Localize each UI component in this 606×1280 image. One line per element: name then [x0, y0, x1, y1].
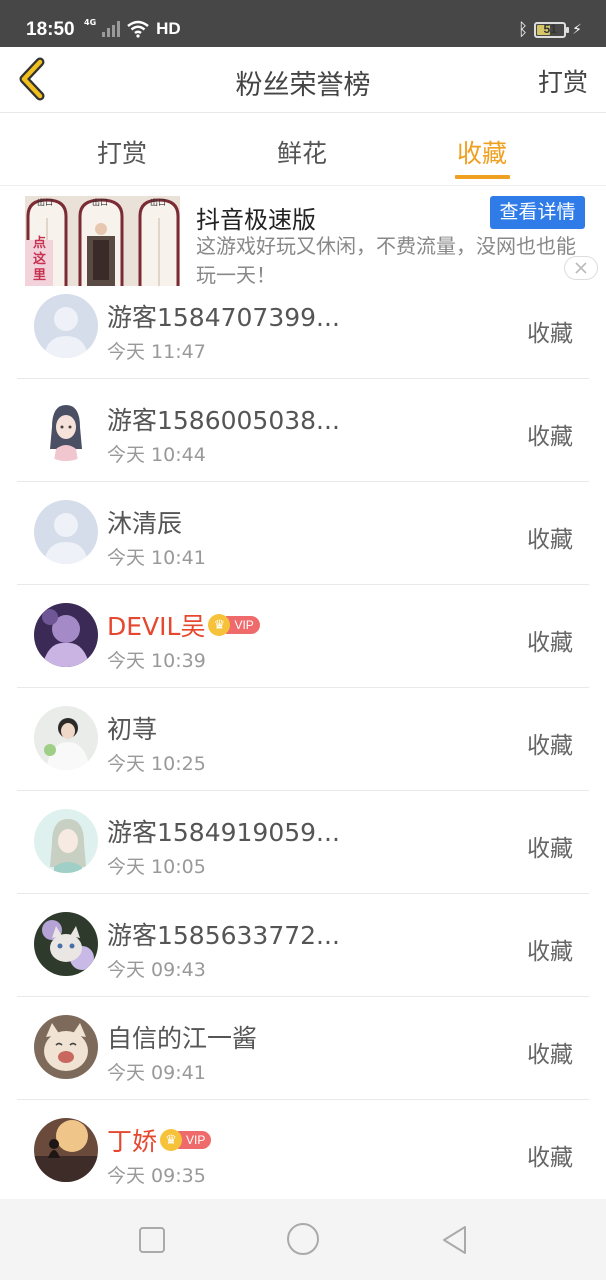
tab-favorites[interactable]: 收藏: [457, 134, 507, 170]
avatar[interactable]: [34, 912, 98, 976]
tip-button[interactable]: 打赏: [538, 63, 588, 99]
timestamp: 今天 10:05: [107, 856, 206, 878]
ad-details-button[interactable]: 查看详情: [490, 196, 585, 229]
status-bar: 18:50 4G HD ᛒ 51 ⚡: [0, 0, 606, 47]
ad-image-sign-right: 出口: [150, 198, 166, 207]
active-tab-indicator: [455, 175, 510, 179]
system-navigation-bar: [0, 1199, 606, 1280]
user-name: DEVIL吴: [107, 612, 206, 641]
user-name-line: 游客1584707399...: [107, 298, 340, 334]
avatar[interactable]: [34, 1118, 98, 1182]
action-label: 收藏: [527, 1145, 573, 1171]
ad-image: 出口 出口 出口 点这里: [25, 196, 180, 286]
timestamp: 今天 09:35: [107, 1165, 206, 1187]
hd-label: HD: [156, 19, 181, 38]
user-name-line: 初荨: [107, 710, 157, 746]
tab-flowers[interactable]: 鲜花: [277, 134, 327, 170]
bluetooth-icon: ᛒ: [517, 20, 529, 40]
vip-badge: ♛ VIP: [160, 1129, 212, 1151]
list-item[interactable]: 游客1585633772... 今天 09:43 收藏: [0, 894, 606, 997]
recent-apps-icon[interactable]: [136, 1224, 168, 1256]
list-item[interactable]: 游客1586005038... 今天 10:44 收藏: [0, 379, 606, 482]
action-label: 收藏: [527, 836, 573, 862]
list-item[interactable]: 丁娇 ♛ VIP 今天 09:35 收藏: [0, 1100, 606, 1203]
ad-image-sign-left: 出口: [37, 198, 53, 207]
avatar[interactable]: [34, 1015, 98, 1079]
action-label: 收藏: [527, 630, 573, 656]
avatar[interactable]: [34, 397, 98, 461]
list-item[interactable]: 游客1584707399... 今天 11:47 收藏: [0, 276, 606, 379]
list-item[interactable]: 初荨 今天 10:25 收藏: [0, 688, 606, 791]
user-name: 初荨: [107, 715, 158, 744]
avatar[interactable]: [34, 706, 98, 770]
list-item[interactable]: DEVIL吴 ♛ VIP 今天 10:39 收藏: [0, 585, 606, 688]
vip-badge: ♛ VIP: [208, 614, 260, 636]
timestamp: 今天 10:39: [107, 650, 206, 672]
user-name: 游客1584707399...: [107, 303, 340, 332]
timestamp: 今天 10:44: [107, 444, 206, 466]
timestamp: 今天 09:41: [107, 1062, 206, 1084]
user-name: 游客1585633772...: [107, 921, 340, 950]
user-name: 游客1584919059...: [107, 818, 340, 847]
user-name-line: 游客1586005038...: [107, 401, 340, 437]
close-icon: [575, 262, 587, 274]
user-name-line: 自信的江一酱: [107, 1019, 257, 1055]
charging-icon: ⚡: [572, 22, 582, 38]
status-right-icons: ᛒ 51 ⚡: [518, 20, 582, 40]
action-label: 收藏: [527, 527, 573, 553]
ad-close-button[interactable]: [564, 256, 598, 280]
favorites-list: 游客1584707399... 今天 11:47 收藏 游客1586005038…: [0, 276, 606, 1203]
home-icon[interactable]: [286, 1222, 320, 1256]
list-item[interactable]: 沐清辰 今天 10:41 收藏: [0, 482, 606, 585]
network-type-label: 4G: [84, 18, 97, 27]
user-name: 游客1586005038...: [107, 406, 340, 435]
avatar[interactable]: [34, 603, 98, 667]
action-label: 收藏: [527, 733, 573, 759]
vip-label: VIP: [226, 616, 260, 634]
action-label: 收藏: [527, 1042, 573, 1068]
user-name-line: 游客1584919059...: [107, 813, 340, 849]
list-item[interactable]: 自信的江一酱 今天 09:41 收藏: [0, 997, 606, 1100]
crown-icon: ♛: [160, 1129, 183, 1151]
tab-bar: 打赏 鲜花 收藏: [0, 114, 606, 186]
signal-icon: [102, 21, 121, 37]
header: 粉丝荣誉榜 打赏: [0, 47, 606, 113]
ad-title: 抖音极速版: [196, 206, 316, 234]
user-name-line: DEVIL吴 ♛ VIP: [107, 607, 260, 643]
page-title: 粉丝荣誉榜: [235, 70, 371, 101]
user-name-line: 沐清辰: [107, 504, 182, 540]
action-label: 收藏: [527, 424, 573, 450]
back-nav-icon[interactable]: [439, 1224, 471, 1256]
avatar[interactable]: [34, 809, 98, 873]
avatar[interactable]: [34, 500, 98, 564]
ad-image-sign-middle: 出口: [92, 198, 108, 207]
avatar[interactable]: [34, 294, 98, 358]
list-item[interactable]: 游客1584919059... 今天 10:05 收藏: [0, 791, 606, 894]
timestamp: 今天 09:43: [107, 959, 206, 981]
timestamp: 今天 11:47: [107, 341, 206, 363]
timestamp: 今天 10:41: [107, 547, 206, 569]
action-label: 收藏: [527, 321, 573, 347]
user-name-line: 游客1585633772...: [107, 916, 340, 952]
battery-icon: 51: [534, 22, 570, 38]
status-left-icons: 4G HD: [84, 19, 181, 39]
tab-tip[interactable]: 打赏: [97, 134, 147, 170]
vip-label: VIP: [178, 1131, 212, 1149]
user-name: 丁娇: [107, 1127, 158, 1156]
ad-banner[interactable]: 出口 出口 出口 点这里 抖音极速版 这游戏好玩又休闲，不费流量，没网也也能玩一…: [0, 186, 606, 286]
action-label: 收藏: [527, 939, 573, 965]
timestamp: 今天 10:25: [107, 753, 206, 775]
battery-percent: 51: [543, 22, 557, 36]
wifi-icon: [127, 20, 149, 38]
user-name: 自信的江一酱: [107, 1024, 258, 1053]
user-name-line: 丁娇 ♛ VIP: [107, 1122, 212, 1158]
user-name: 沐清辰: [107, 509, 183, 538]
status-time: 18:50: [26, 19, 75, 40]
